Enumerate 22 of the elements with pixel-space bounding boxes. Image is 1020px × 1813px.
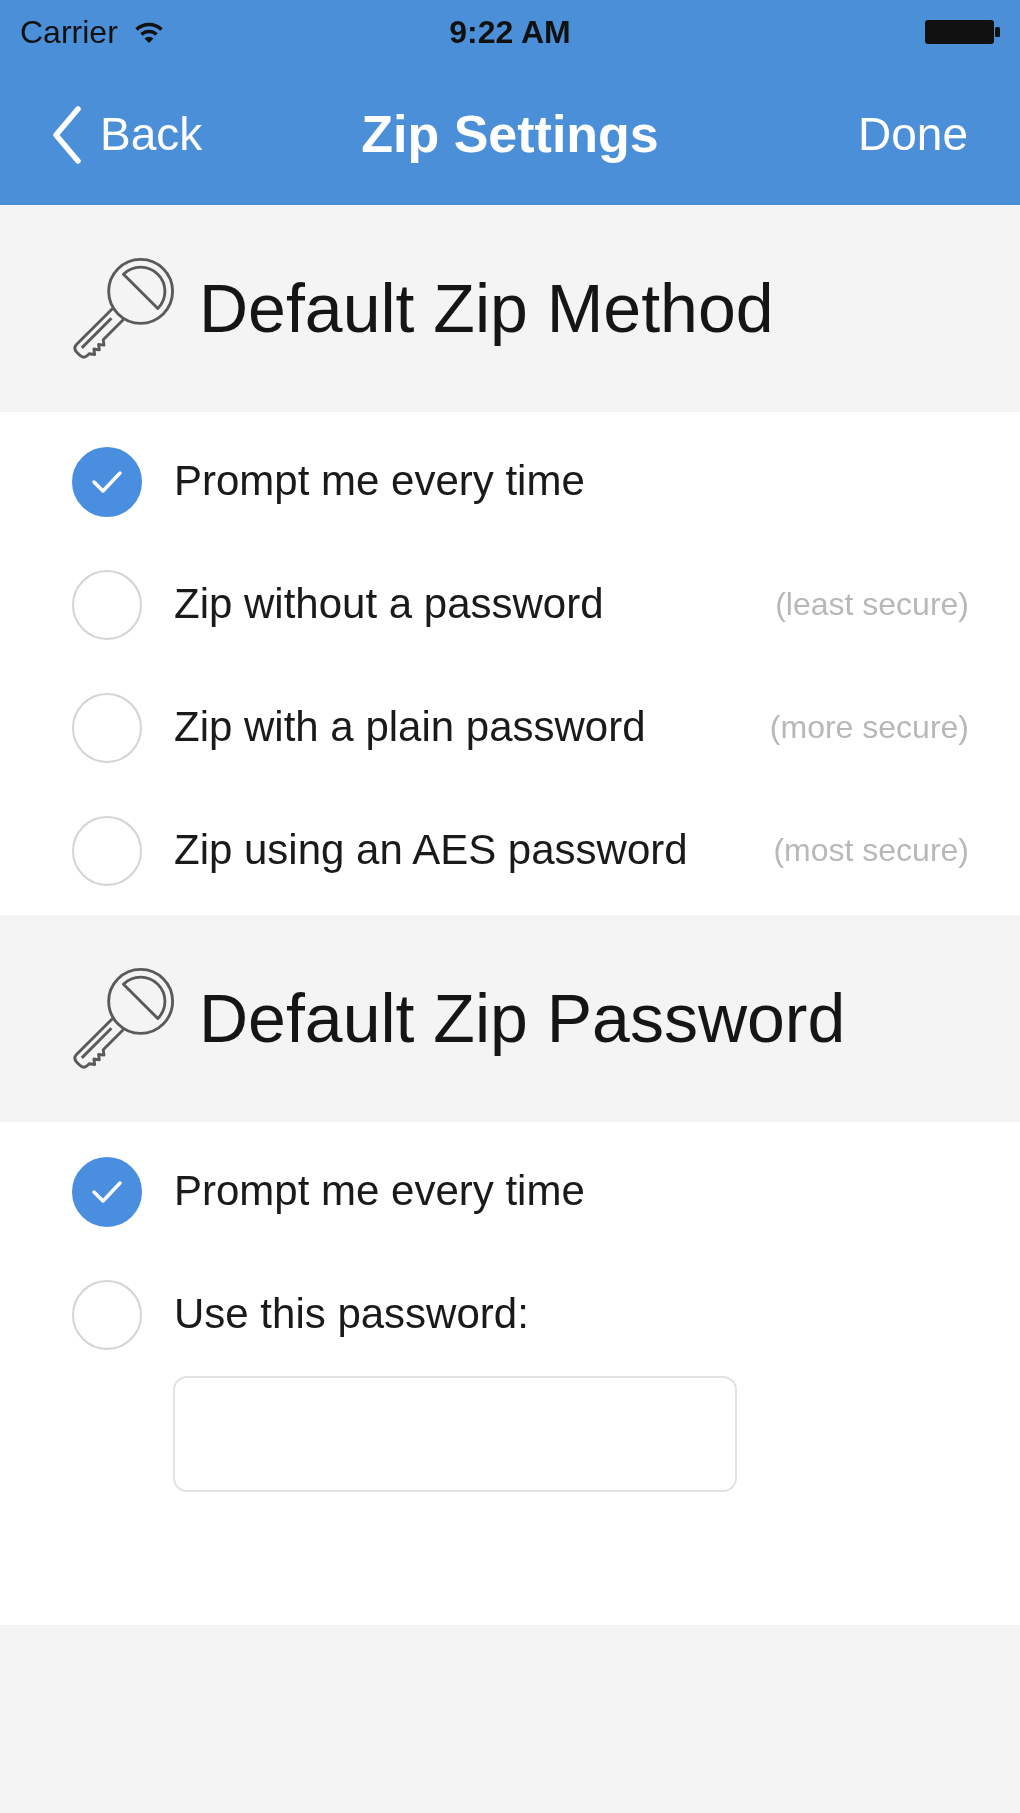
security-hint: (more secure): [769, 709, 969, 746]
section-title: Default Zip Method: [199, 271, 774, 346]
back-button[interactable]: Back: [52, 105, 203, 164]
screen-title: Zip Settings: [361, 105, 659, 164]
password-field[interactable]: [173, 1376, 737, 1492]
chevron-left-icon: [52, 105, 82, 164]
option-label: Zip without a password: [174, 580, 604, 629]
security-hint: (least secure): [775, 586, 969, 623]
option-label: Prompt me every time: [174, 457, 585, 506]
wifi-icon: [133, 21, 164, 43]
check-icon: [91, 469, 123, 494]
option-label: Use this password:: [174, 1290, 529, 1339]
security-hint: (most secure): [773, 832, 969, 869]
option-label: Zip using an AES password: [174, 826, 688, 875]
battery-icon: [925, 20, 1000, 44]
option-label: Zip with a plain password: [174, 703, 646, 752]
section-title: Default Zip Password: [199, 981, 846, 1056]
done-button[interactable]: Done: [858, 109, 968, 160]
option-label: Prompt me every time: [174, 1167, 585, 1216]
check-icon: [91, 1179, 123, 1204]
clock-time: 9:22 AM: [449, 16, 571, 48]
carrier-name: Carrier: [20, 16, 118, 48]
